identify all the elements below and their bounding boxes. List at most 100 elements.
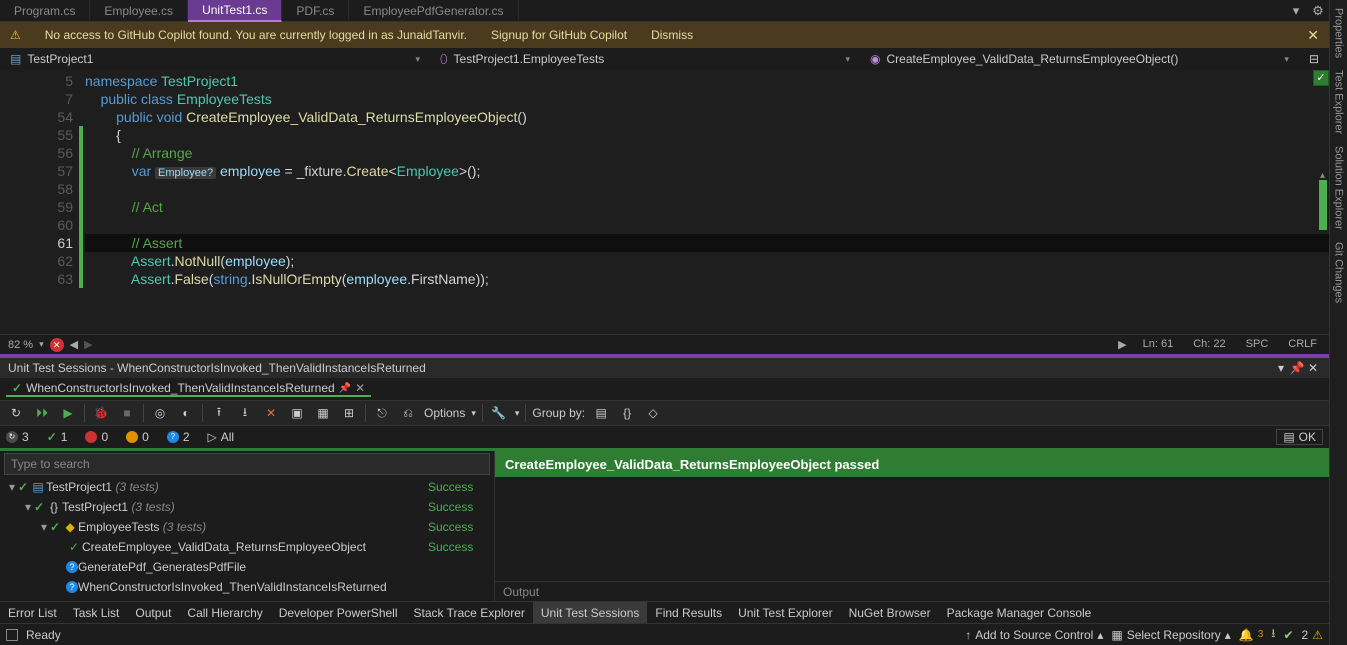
test-search-input[interactable]: Type to search (4, 453, 490, 475)
filter-total[interactable]: ↻3 (6, 430, 29, 444)
code-line[interactable]: namespace TestProject1 (85, 72, 1329, 90)
scroll-indicator[interactable]: ✓ ▴ (1311, 70, 1329, 334)
file-tab[interactable]: EmployeePdfGenerator.cs (349, 0, 518, 22)
indent-mode[interactable]: SPC (1242, 338, 1273, 351)
side-tab[interactable]: Test Explorer (1333, 66, 1345, 138)
bottom-tab[interactable]: Error List (0, 602, 65, 624)
code-line[interactable] (85, 216, 1329, 234)
toggle-1-icon[interactable]: ▣ (287, 403, 307, 423)
nav-project[interactable]: ▤ TestProject1 ▾ (0, 52, 430, 66)
file-tab[interactable]: UnitTest1.cs (188, 0, 282, 22)
chevron-down-icon[interactable]: ▾ (39, 339, 44, 350)
nav-prev-icon[interactable]: ◀ (70, 338, 78, 351)
run-icon[interactable]: ▶ (58, 403, 78, 423)
stop-icon[interactable]: ■ (117, 403, 137, 423)
test-tree-row[interactable]: ?WhenConstructorIsInvoked_ThenValidInsta… (0, 577, 494, 597)
side-tab[interactable]: Git Changes (1333, 238, 1345, 307)
code-line[interactable] (85, 180, 1329, 198)
code-line[interactable]: Assert.False(string.IsNullOrEmpty(employ… (85, 270, 1329, 288)
pin-icon[interactable]: 📌 (1289, 361, 1305, 375)
file-tab[interactable]: PDF.cs (282, 0, 349, 22)
bottom-tab[interactable]: NuGet Browser (841, 602, 939, 624)
group-proj-icon[interactable]: ▤ (591, 403, 611, 423)
code-editor[interactable]: 5754555657585960616263 namespace TestPro… (0, 70, 1329, 334)
code-line[interactable]: { (85, 126, 1329, 144)
notifications-icon[interactable]: 🔔3 (1239, 628, 1264, 642)
nav-next-icon[interactable]: ▶ (84, 338, 92, 351)
expand-icon[interactable]: ▾ (6, 480, 18, 494)
cover-icon[interactable]: ◎ (150, 403, 170, 423)
debug-icon[interactable]: 🐞 (91, 403, 111, 423)
panel-menu-icon[interactable]: ▾ (1273, 361, 1289, 375)
bottom-tab[interactable]: Task List (65, 602, 128, 624)
bottom-tab[interactable]: Unit Test Sessions (533, 602, 648, 624)
toggle-3-icon[interactable]: ⊞ (339, 403, 359, 423)
delete-icon[interactable]: ✕ (261, 403, 281, 423)
tab-overflow-icon[interactable]: ▾ (1285, 3, 1307, 19)
nav-class[interactable]: ⬯ TestProject1.EmployeeTests ▾ (430, 52, 860, 67)
settings-1-icon[interactable]: ⎋ (372, 403, 392, 423)
profile-icon[interactable]: ◐ (176, 403, 196, 423)
session-tab[interactable]: ✓ WhenConstructorIsInvoked_ThenValidInst… (6, 381, 371, 397)
settings-2-icon[interactable]: ⎌ (398, 403, 418, 423)
errors-icon[interactable]: 2⚠ (1302, 628, 1323, 642)
rerun-icon[interactable]: ↻ (6, 403, 26, 423)
output-tab[interactable]: Output (495, 581, 1329, 601)
bottom-tab[interactable]: Unit Test Explorer (730, 602, 840, 624)
code-area[interactable]: namespace TestProject1 public class Empl… (85, 70, 1329, 334)
group-ns-icon[interactable]: {} (617, 403, 637, 423)
test-tree-row[interactable]: ✓CreateEmployee_ValidData_ReturnsEmploye… (0, 537, 494, 557)
filter-pass[interactable]: ✓1 (47, 430, 68, 444)
error-indicator-icon[interactable]: ✕ (50, 338, 64, 352)
close-icon[interactable]: ✕ (1307, 27, 1319, 44)
filter-warn[interactable]: 0 (126, 430, 149, 444)
code-line[interactable]: public void CreateEmployee_ValidData_Ret… (85, 108, 1329, 126)
bottom-tab[interactable]: Stack Trace Explorer (406, 602, 533, 624)
close-icon[interactable]: ✕ (1305, 361, 1321, 375)
code-line[interactable]: Assert.NotNull(employee); (85, 252, 1329, 270)
options-dropdown[interactable]: Options (424, 406, 465, 420)
add-source-control[interactable]: ↑ Add to Source Control ▴ (965, 628, 1103, 642)
chevron-up-icon[interactable]: ▴ (1320, 170, 1325, 181)
bottom-tab[interactable]: Package Manager Console (939, 602, 1100, 624)
group-cls-icon[interactable]: ◇ (643, 403, 663, 423)
import-icon[interactable]: ⭳ (235, 403, 255, 423)
bottom-tab[interactable]: Find Results (647, 602, 730, 624)
test-tree-row[interactable]: ?GeneratePdf_GeneratesPdfFile (0, 557, 494, 577)
unpin-icon[interactable]: 📌 (339, 383, 351, 394)
select-repo[interactable]: ▦ Select Repository ▴ (1111, 628, 1230, 642)
status-i1-icon[interactable]: ⭳ (1271, 624, 1275, 645)
file-tab[interactable]: Employee.cs (90, 0, 188, 22)
toggle-2-icon[interactable]: ▦ (313, 403, 333, 423)
code-line[interactable]: var Employee? employee = _fixture.Create… (85, 162, 1329, 180)
nav-method[interactable]: ◉ CreateEmployee_ValidData_ReturnsEmploy… (860, 52, 1299, 66)
close-tab-icon[interactable]: ✕ (355, 381, 365, 395)
nav-split-icon[interactable]: ⊟ (1299, 52, 1329, 66)
zoom-level[interactable]: 82 % (8, 339, 33, 351)
bottom-tab[interactable]: Call Hierarchy (179, 602, 270, 624)
test-tree-row[interactable]: ▾✓◆EmployeeTests (3 tests)Success (0, 517, 494, 537)
filter-fail[interactable]: 0 (85, 430, 108, 444)
test-tree-row[interactable]: ▾✓{}TestProject1 (3 tests)Success (0, 497, 494, 517)
wrench-icon[interactable]: 🔧 (489, 403, 509, 423)
copilot-signup-link[interactable]: Signup for GitHub Copilot (491, 28, 627, 42)
side-tab[interactable]: Properties (1333, 4, 1345, 62)
expand-icon[interactable]: ▾ (38, 520, 50, 534)
bottom-tab[interactable]: Output (127, 602, 179, 624)
bottom-tab[interactable]: Developer PowerShell (271, 602, 406, 624)
side-tab[interactable]: Solution Explorer (1333, 142, 1345, 234)
status-i2-icon[interactable]: ✔ (1283, 628, 1293, 642)
test-tree-row[interactable]: ▾✓▤TestProject1 (3 tests)Success (0, 477, 494, 497)
run-all-icon[interactable]: ⏵⏵ (32, 403, 52, 423)
line-ending[interactable]: CRLF (1284, 338, 1321, 351)
code-line[interactable]: // Arrange (85, 144, 1329, 162)
file-tab[interactable]: Program.cs (0, 0, 90, 22)
nav-next-issue-icon[interactable]: ▶ (1118, 338, 1126, 351)
filter-info[interactable]: ?2 (167, 430, 190, 444)
code-line[interactable]: // Act (85, 198, 1329, 216)
export-icon[interactable]: ⭱ (209, 403, 229, 423)
gear-icon[interactable]: ⚙ (1307, 3, 1329, 19)
filter-all[interactable]: ▷All (208, 430, 235, 444)
expand-icon[interactable]: ▾ (22, 500, 34, 514)
status-square-icon[interactable] (6, 629, 18, 641)
